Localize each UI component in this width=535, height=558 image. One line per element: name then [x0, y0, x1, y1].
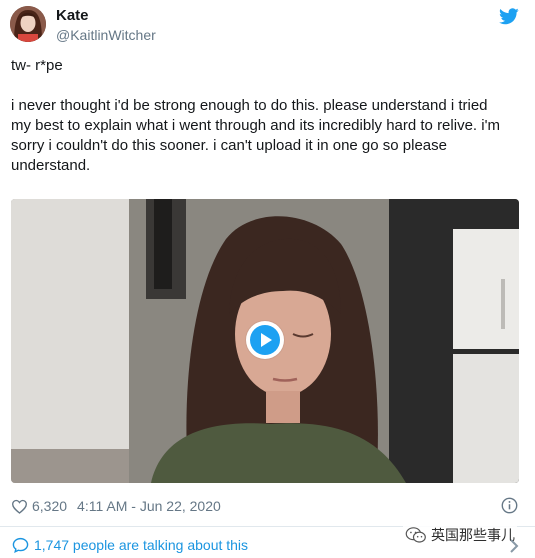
like-count[interactable]: 6,320 [32, 498, 67, 514]
wechat-icon [405, 527, 426, 543]
play-button[interactable] [246, 321, 284, 359]
conversation-label[interactable]: 1,747 people are talking about this [34, 537, 248, 553]
conversation-link[interactable]: 1,747 people are talking about this [12, 537, 248, 553]
watermark-text: 英国那些事儿 [431, 527, 515, 543]
timestamp[interactable]: 4:11 AM - Jun 22, 2020 [77, 498, 221, 514]
video-player[interactable] [11, 199, 519, 483]
chevron-right-icon[interactable] [509, 538, 519, 554]
user-handle[interactable]: @KaitlinWitcher [56, 27, 156, 43]
play-icon [250, 325, 280, 355]
heart-icon[interactable] [11, 499, 28, 514]
tweet-body: i never thought i'd be strong enough to … [11, 97, 500, 174]
avatar[interactable] [10, 6, 46, 42]
display-name[interactable]: Kate [56, 7, 89, 24]
speech-bubble-icon [12, 537, 29, 553]
tweet-text: tw- r*pe i never thought i'd be strong e… [11, 56, 511, 176]
twitter-bird-icon[interactable] [499, 8, 519, 25]
info-icon[interactable] [501, 497, 518, 514]
tweet-content-warning: tw- r*pe [11, 57, 63, 74]
wechat-watermark: 英国那些事儿 [403, 524, 517, 546]
tweet-card: Kate @KaitlinWitcher tw- r*pe i never th… [0, 0, 535, 558]
tweet-meta: 6,320 4:11 AM - Jun 22, 2020 [11, 496, 221, 516]
